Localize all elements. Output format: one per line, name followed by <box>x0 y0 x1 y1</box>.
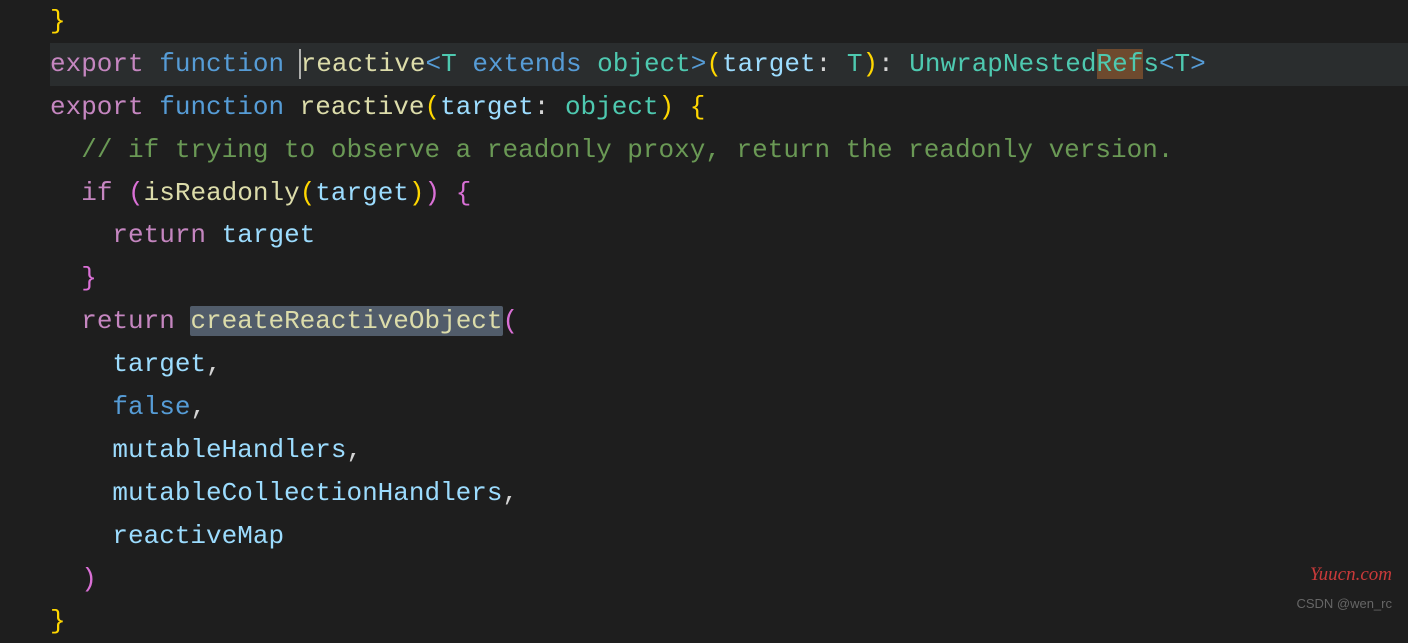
code-line[interactable]: } <box>50 600 1408 643</box>
watermark-site: Yuucn.com <box>1310 559 1392 590</box>
return-type: UnwrapNestedRefs <box>909 49 1159 79</box>
code-line[interactable]: // if trying to observe a readonly proxy… <box>50 129 1408 172</box>
keyword-extends: extends <box>472 49 581 79</box>
type-param: T <box>441 49 457 79</box>
code-line[interactable]: if (isReadonly(target)) { <box>50 172 1408 215</box>
comma: , <box>346 435 362 465</box>
keyword-function: function <box>159 49 284 79</box>
keyword-export: export <box>50 49 144 79</box>
paren-close: ) <box>425 178 441 208</box>
code-line[interactable]: return target <box>50 214 1408 257</box>
code-line[interactable]: } <box>50 257 1408 300</box>
keyword-return: return <box>81 306 175 336</box>
colon: : <box>816 49 832 79</box>
keyword-if: if <box>81 178 112 208</box>
var-target: target <box>222 220 316 250</box>
code-line[interactable]: target, <box>50 343 1408 386</box>
code-line[interactable]: false, <box>50 386 1408 429</box>
paren-close: ) <box>409 178 425 208</box>
keyword-function: function <box>159 92 284 122</box>
function-name: reactive <box>301 49 426 79</box>
code-line[interactable]: mutableCollectionHandlers, <box>50 472 1408 515</box>
function-name: reactive <box>300 92 425 122</box>
watermark-author: CSDN @wen_rc <box>1296 593 1392 614</box>
colon: : <box>878 49 894 79</box>
paren-open: ( <box>503 306 519 336</box>
paren-close: ) <box>862 49 878 79</box>
paren-open: ( <box>300 178 316 208</box>
paren-open: ( <box>128 178 144 208</box>
arg-target: target <box>112 349 206 379</box>
comma: , <box>503 478 519 508</box>
arg-mutableCollectionHandlers: mutableCollectionHandlers <box>112 478 502 508</box>
angle-close: > <box>691 49 707 79</box>
code-line[interactable]: export function reactive(target: object)… <box>50 86 1408 129</box>
code-line[interactable]: export function reactive<T extends objec… <box>50 43 1408 86</box>
keyword-export: export <box>50 92 144 122</box>
fn-createReactiveObject: createReactiveObject <box>190 306 502 336</box>
brace-open: { <box>456 178 472 208</box>
arg-reactiveMap: reactiveMap <box>112 521 284 551</box>
comma: , <box>190 392 206 422</box>
colon: : <box>534 92 550 122</box>
param-target: target <box>440 92 534 122</box>
angle-open: < <box>1159 49 1175 79</box>
type-object: object <box>565 92 659 122</box>
brace-close: } <box>50 606 66 636</box>
code-line[interactable]: mutableHandlers, <box>50 429 1408 472</box>
closing-brace: } <box>50 6 66 36</box>
angle-open: < <box>426 49 442 79</box>
comma: , <box>206 349 222 379</box>
paren-open: ( <box>425 92 441 122</box>
angle-close: > <box>1190 49 1206 79</box>
code-line[interactable]: ) <box>50 558 1408 601</box>
arg-mutableHandlers: mutableHandlers <box>112 435 346 465</box>
type-object: object <box>597 49 691 79</box>
paren-close: ) <box>81 564 97 594</box>
brace-open: { <box>690 92 706 122</box>
arg-false: false <box>112 392 190 422</box>
comment: // if trying to observe a readonly proxy… <box>81 135 1173 165</box>
paren-open: ( <box>706 49 722 79</box>
var-target: target <box>315 178 409 208</box>
code-editor[interactable]: } export function reactive<T extends obj… <box>0 0 1408 643</box>
paren-close: ) <box>659 92 675 122</box>
param-target: target <box>722 49 816 79</box>
code-line[interactable]: return createReactiveObject( <box>50 300 1408 343</box>
type-T: T <box>1175 49 1191 79</box>
type-T: T <box>847 49 863 79</box>
fn-isReadonly: isReadonly <box>144 178 300 208</box>
code-line[interactable]: reactiveMap <box>50 515 1408 558</box>
keyword-return: return <box>112 220 206 250</box>
code-line[interactable]: } <box>50 0 1408 43</box>
brace-close: } <box>81 263 97 293</box>
